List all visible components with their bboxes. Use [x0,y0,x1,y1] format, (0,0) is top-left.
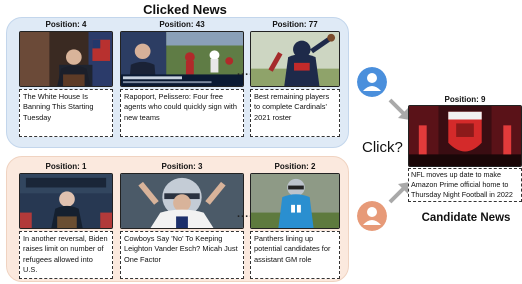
news-image-biden [19,173,113,229]
news-caption: NFL moves up date to make Amazon Prime o… [408,168,522,202]
news-caption: Cowboys Say 'No' To Keeping Leighton Van… [120,231,244,279]
news-image-panthers [250,173,340,229]
news-caption: Best remaining players to complete Cardi… [250,89,340,137]
news-caption: In another reversal, Biden raises limit … [19,231,113,279]
news-image-white-house [19,31,113,87]
click-question-label: Click? [362,139,403,156]
candidate-news-title: Candidate News [421,212,511,224]
news-caption: Rapoport, Pelissero: Four free agents wh… [120,89,244,137]
news-position: Position: 9 [444,95,486,104]
news-caption: Panthers lining up potential candidates … [250,231,340,279]
user-orange-avatar-icon [357,201,387,231]
user-blue-avatar-icon [357,67,387,97]
news-position: Position: 43 [159,20,205,29]
news-caption: The White House Is Banning This Starting… [19,89,113,137]
news-image-cardinals [250,31,340,87]
news-image-cowboys [120,173,244,229]
clicked-news-title: Clicked News [143,2,227,17]
news-position: Position: 2 [274,162,316,171]
news-position: Position: 1 [45,162,87,171]
news-image-nfl-logo [408,105,522,167]
news-position: Position: 3 [161,162,203,171]
news-image-nfl-network [120,31,244,87]
news-position: Position: 77 [272,20,318,29]
news-position: Position: 4 [45,20,87,29]
